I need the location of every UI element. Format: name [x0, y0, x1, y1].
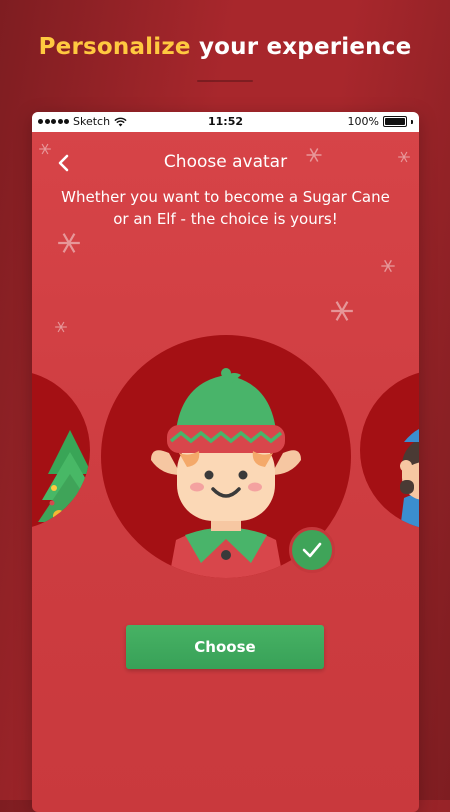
status-right: 100% — [348, 115, 413, 128]
status-bar: Sketch 11:52 100% — [32, 112, 419, 132]
selected-check-icon — [289, 527, 335, 573]
headline-accent: Personalize — [38, 34, 191, 60]
choose-button[interactable]: Choose — [126, 625, 324, 669]
phone-screen: Sketch 11:52 100% Choose avatar Whether … — [32, 112, 419, 812]
headline-divider — [197, 80, 253, 82]
battery-tip — [411, 119, 413, 124]
avatar-option-tree[interactable] — [32, 370, 90, 530]
battery-percent: 100% — [347, 115, 379, 128]
character-icon — [400, 429, 419, 530]
snowflake-icon — [151, 114, 169, 130]
screen-subtitle: Whether you want to become a Sugar Cane … — [61, 188, 390, 228]
avatar-option-character[interactable] — [360, 370, 419, 530]
snowflake-icon — [55, 321, 67, 333]
christmas-tree-icon — [38, 430, 90, 530]
snowflake-icon — [331, 301, 353, 321]
battery-icon — [383, 116, 407, 127]
screen-title: Choose avatar — [163, 152, 288, 172]
snowflake-icon — [381, 259, 395, 273]
headline-rest: your experience — [190, 34, 412, 60]
snowflake-icon — [58, 233, 80, 253]
page-headline: Personalize your experience — [0, 34, 450, 60]
